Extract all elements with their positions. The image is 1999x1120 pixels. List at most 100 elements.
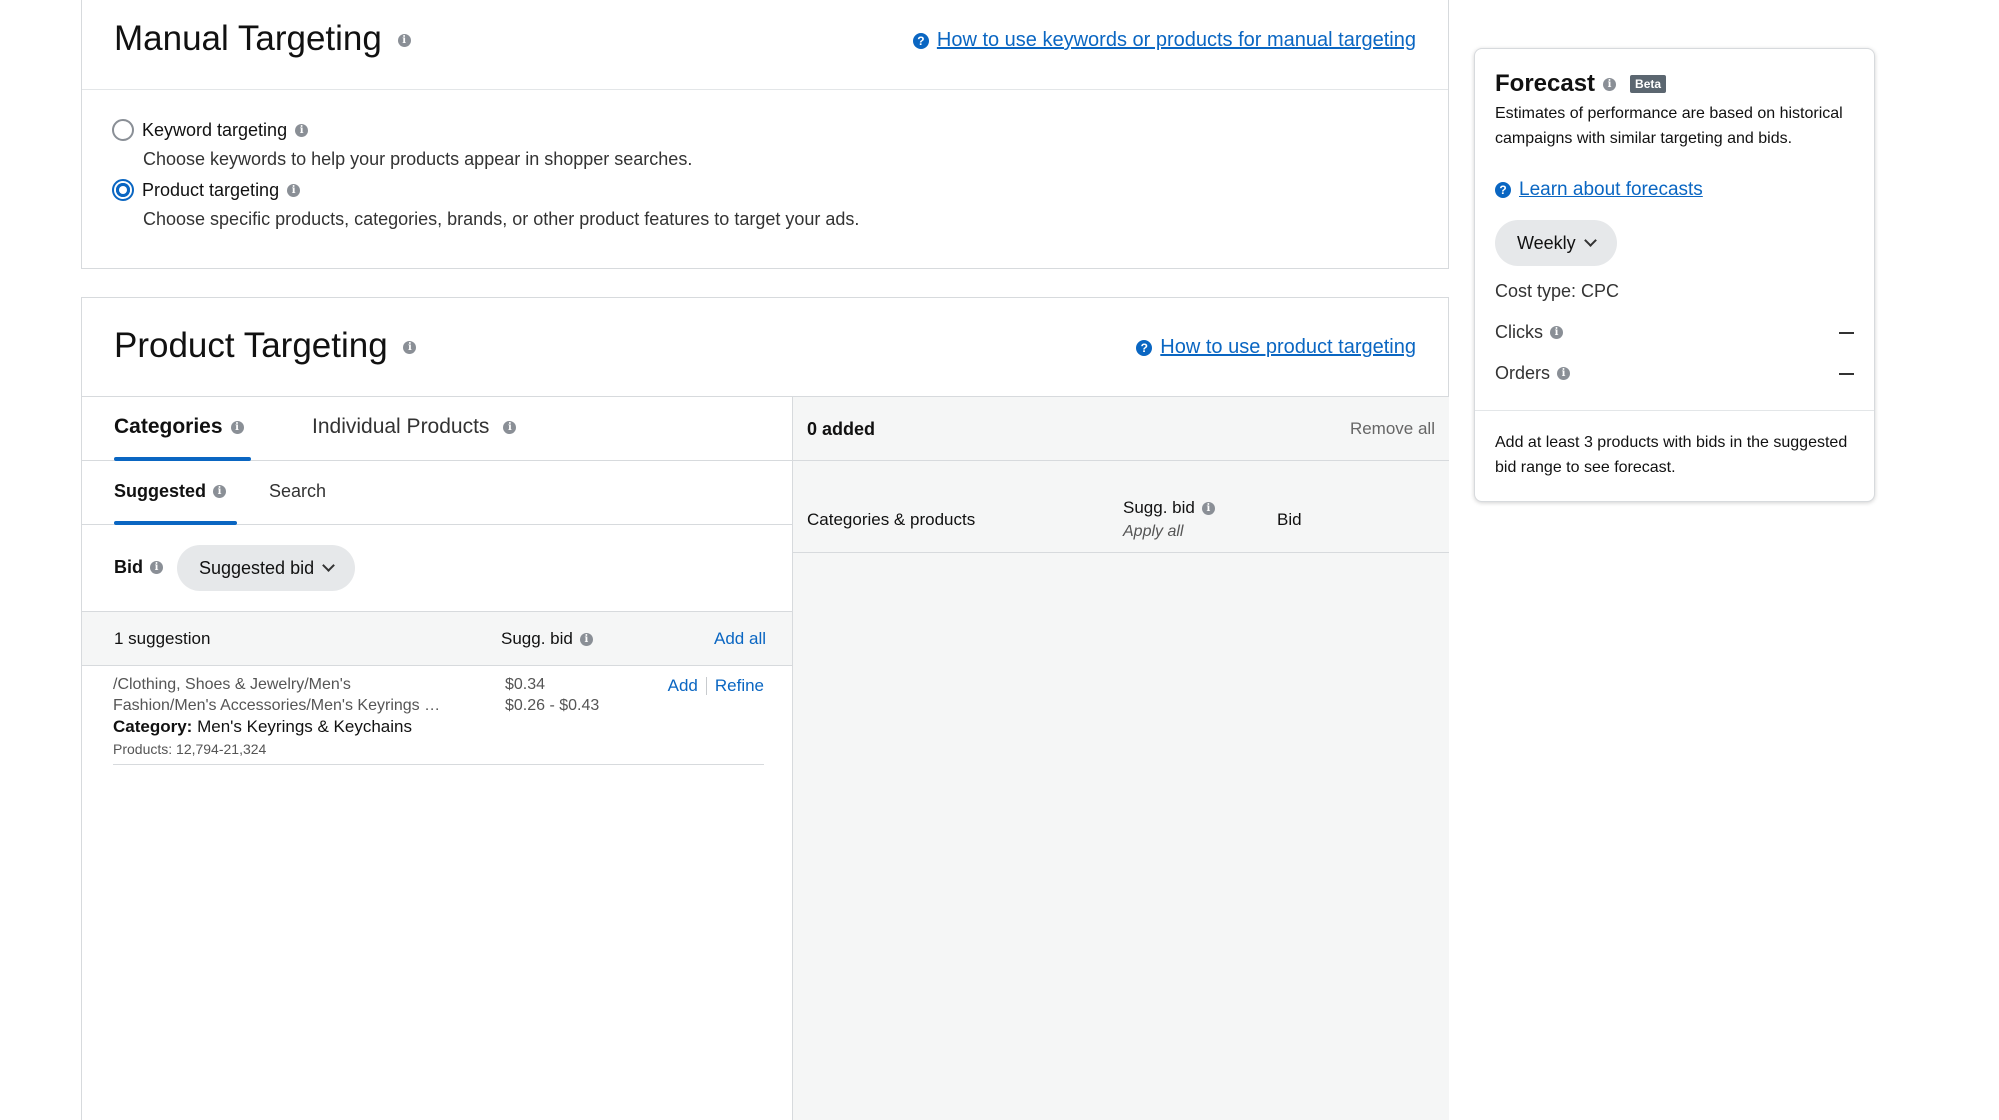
tab-individual-products[interactable]: Individual Products i bbox=[312, 415, 517, 439]
bid-row: Bid i Suggested bid bbox=[82, 525, 792, 612]
manual-targeting-title-text: Manual Targeting bbox=[114, 19, 382, 58]
category-path-line: /Clothing, Shoes & Jewelry/Men's bbox=[113, 676, 351, 693]
keyword-targeting-option[interactable]: Keyword targeting i bbox=[112, 119, 309, 141]
product-count: Products: 12,794-21,324 bbox=[113, 741, 267, 757]
info-icon[interactable]: i bbox=[230, 420, 244, 434]
bid-type-value: Suggested bid bbox=[199, 557, 315, 578]
added-pane: 0 added Remove all Categories & products… bbox=[793, 397, 1449, 1120]
product-targeting-radio[interactable] bbox=[112, 179, 134, 201]
metric-label: Clicks i bbox=[1495, 322, 1563, 343]
bid-label: Bid i bbox=[114, 557, 163, 578]
product-targeting-help-link[interactable]: How to use product targeting bbox=[1160, 336, 1416, 359]
bid-type-select[interactable]: Suggested bid bbox=[177, 545, 356, 591]
keyword-targeting-description: Choose keywords to help your products ap… bbox=[143, 149, 693, 169]
forecast-panel: Forecast i Beta Estimates of performance… bbox=[1474, 48, 1875, 502]
help-icon: ? bbox=[1136, 339, 1153, 356]
product-targeting-option[interactable]: Product targeting i bbox=[112, 179, 301, 201]
product-targeting-help: ? How to use product targeting bbox=[1136, 336, 1416, 359]
cost-type: Cost type: CPC bbox=[1495, 281, 1854, 302]
info-icon[interactable]: i bbox=[1603, 77, 1617, 91]
product-targeting-header: Product Targeting i ? How to use product… bbox=[82, 298, 1448, 397]
chevron-down-icon bbox=[1583, 234, 1597, 247]
suggestions-table-header: 1 suggestion Sugg. bid i Add all bbox=[82, 612, 792, 666]
divider bbox=[1475, 410, 1874, 411]
product-targeting-description: Choose specific products, categories, br… bbox=[143, 209, 860, 229]
tab-individual-products-label: Individual Products bbox=[312, 415, 490, 438]
subtab-suggested-label: Suggested bbox=[114, 481, 207, 501]
suggestions-pane: Categories i Individual Products i Sugge… bbox=[82, 397, 793, 1120]
chevron-down-icon bbox=[322, 559, 335, 572]
info-icon[interactable]: i bbox=[287, 183, 301, 197]
product-targeting-label: Product targeting bbox=[142, 179, 280, 200]
suggested-bid-range: $0.26 - $0.43 bbox=[505, 697, 600, 714]
manual-targeting-help: ? How to use keywords or products for ma… bbox=[912, 29, 1416, 52]
col-categories-products: Categories & products bbox=[807, 510, 976, 529]
metric-value-empty bbox=[1839, 331, 1854, 334]
apply-all-button[interactable]: Apply all bbox=[1123, 523, 1183, 541]
col-bid: Bid bbox=[1277, 510, 1302, 529]
learn-about-forecasts-link[interactable]: Learn about forecasts bbox=[1519, 179, 1703, 201]
product-targeting-title: Product Targeting i bbox=[114, 326, 417, 366]
category-path-line: Fashion/Men's Accessories/Men's Keyrings… bbox=[113, 697, 441, 714]
add-all-button[interactable]: Add all bbox=[714, 629, 766, 649]
tab-categories[interactable]: Categories i bbox=[114, 415, 244, 439]
info-icon[interactable]: i bbox=[579, 632, 593, 646]
metric-label-text: Orders bbox=[1495, 363, 1551, 383]
info-icon[interactable]: i bbox=[397, 34, 411, 48]
manual-targeting-header: Manual Targeting i ? How to use keywords… bbox=[82, 0, 1448, 90]
refine-button[interactable]: Refine bbox=[715, 676, 764, 696]
category-value: Men's Keyrings & Keychains bbox=[197, 717, 412, 736]
added-header: 0 added Remove all bbox=[793, 397, 1449, 461]
forecast-title-text: Forecast bbox=[1495, 70, 1596, 97]
category-name: Category: Men's Keyrings & Keychains bbox=[113, 717, 412, 737]
info-icon[interactable]: i bbox=[150, 561, 163, 574]
col-sugg-bid: Sugg. bid i bbox=[1123, 498, 1215, 518]
metric-label: Orders i bbox=[1495, 363, 1571, 384]
subtab-search[interactable]: Search bbox=[269, 481, 326, 502]
forecast-period-value: Weekly bbox=[1517, 232, 1576, 253]
metric-label-text: Clicks bbox=[1495, 322, 1543, 342]
beta-badge: Beta bbox=[1630, 75, 1667, 93]
add-button[interactable]: Add bbox=[668, 676, 698, 696]
targeting-tabs: Categories i Individual Products i bbox=[82, 397, 792, 461]
suggested-bid: $0.34 $0.26 - $0.43 bbox=[505, 674, 599, 716]
manual-targeting-card: Manual Targeting i ? How to use keywords… bbox=[81, 0, 1449, 269]
info-icon[interactable]: i bbox=[213, 485, 227, 498]
help-icon: ? bbox=[912, 32, 929, 49]
forecast-metric-clicks: Clicks i bbox=[1495, 322, 1854, 343]
keyword-targeting-radio[interactable] bbox=[112, 119, 134, 141]
info-icon[interactable]: i bbox=[403, 341, 417, 355]
forecast-period-select[interactable]: Weekly bbox=[1495, 220, 1617, 266]
remove-all-button[interactable]: Remove all bbox=[1350, 419, 1435, 439]
category-path: /Clothing, Shoes & Jewelry/Men's Fashion… bbox=[113, 674, 440, 716]
row-actions: Add Refine bbox=[668, 676, 764, 696]
metric-value-empty bbox=[1839, 372, 1854, 375]
forecast-description: Estimates of performance are based on hi… bbox=[1495, 105, 1843, 147]
col-sugg-bid-text: Sugg. bid bbox=[1123, 498, 1195, 517]
forecast-learn: ? Learn about forecasts bbox=[1495, 179, 1703, 201]
bid-label-text: Bid bbox=[114, 557, 143, 577]
info-icon[interactable]: i bbox=[295, 123, 309, 137]
info-icon[interactable]: i bbox=[1201, 501, 1215, 515]
divider bbox=[705, 677, 707, 695]
info-icon[interactable]: i bbox=[1550, 326, 1563, 339]
tab-categories-label: Categories bbox=[114, 415, 223, 438]
info-icon[interactable]: i bbox=[1557, 367, 1571, 380]
sugg-bid-header: Sugg. bid i bbox=[501, 629, 593, 649]
product-targeting-card: Product Targeting i ? How to use product… bbox=[81, 297, 1449, 1120]
sugg-bid-header-text: Sugg. bid bbox=[501, 629, 573, 648]
help-icon: ? bbox=[1495, 182, 1511, 198]
keyword-targeting-label: Keyword targeting bbox=[142, 119, 288, 140]
cost-type-text: Cost type: CPC bbox=[1495, 281, 1620, 301]
manual-targeting-title: Manual Targeting i bbox=[114, 19, 411, 59]
added-columns: Categories & products Sugg. bid i Apply … bbox=[793, 461, 1449, 553]
manual-targeting-help-link[interactable]: How to use keywords or products for manu… bbox=[937, 29, 1416, 52]
subtab-suggested[interactable]: Suggested i bbox=[114, 481, 227, 502]
suggestion-count: 1 suggestion bbox=[114, 629, 211, 648]
subtab-search-label: Search bbox=[269, 481, 327, 501]
info-icon[interactable]: i bbox=[503, 420, 517, 434]
forecast-note: Add at least 3 products with bids in the… bbox=[1495, 434, 1848, 476]
product-targeting-title-text: Product Targeting bbox=[114, 326, 388, 365]
forecast-title: Forecast i Beta bbox=[1495, 70, 1667, 98]
category-label: Category: bbox=[113, 717, 193, 736]
